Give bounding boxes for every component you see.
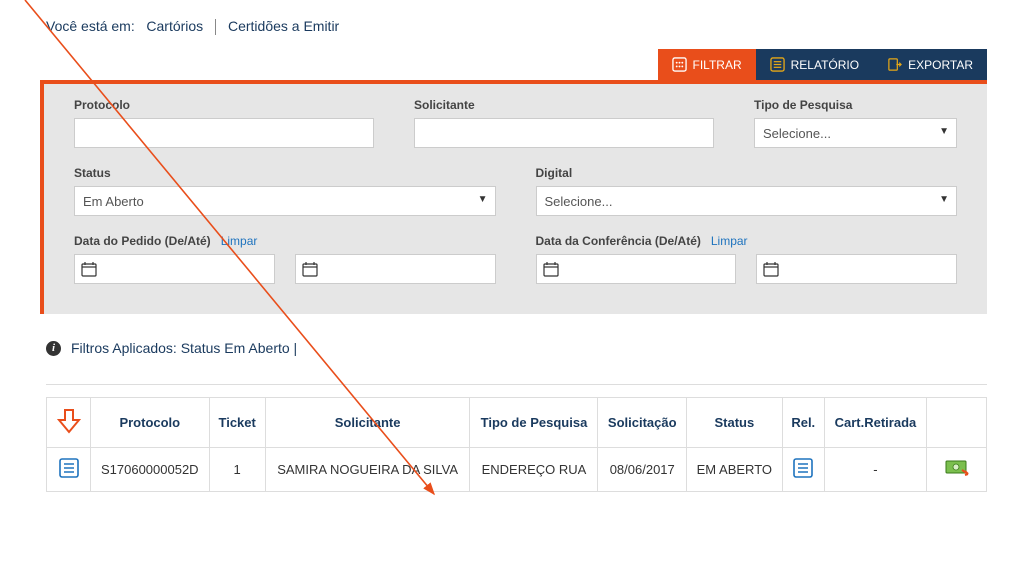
arrow-down-icon [57,408,81,434]
info-icon: i [46,341,61,356]
calendar-icon [543,261,559,277]
th-solicitante[interactable]: Solicitante [265,398,470,448]
cell-solicitacao: 08/06/2017 [598,448,687,492]
filter-icon [672,57,687,72]
report-button-label: RELATÓRIO [791,58,859,72]
data-pedido-label: Data do Pedido (De/Até) [74,234,211,248]
report-icon [770,57,785,72]
protocolo-label: Protocolo [74,98,374,112]
th-tipo[interactable]: Tipo de Pesquisa [470,398,598,448]
status-select[interactable]: Em Aberto [74,186,496,216]
cell-solicitante: SAMIRA NOGUEIRA DA SILVA [265,448,470,492]
th-solicitacao[interactable]: Solicitação [598,398,687,448]
calendar-icon [81,261,97,277]
solicitante-input[interactable] [414,118,714,148]
th-status[interactable]: Status [687,398,783,448]
export-icon [887,57,902,72]
cell-action[interactable] [927,448,987,492]
breadcrumb-certidoes[interactable]: Certidões a Emitir [228,18,339,34]
export-button[interactable]: EXPORTAR [873,49,987,80]
filter-panel: Protocolo Solicitante Tipo de Pesquisa S… [40,80,987,314]
cell-rel[interactable] [782,448,824,492]
data-pedido-ate-input[interactable] [295,254,496,284]
applied-filters: i Filtros Aplicados: Status Em Aberto | [0,314,1024,366]
breadcrumb: Você está em: Cartórios Certidões a Emit… [0,0,1024,49]
payment-icon [945,460,969,476]
applied-filters-text: Filtros Aplicados: Status Em Aberto | [71,340,297,356]
data-pedido-clear[interactable]: Limpar [221,234,258,248]
data-conf-label: Data da Conferência (De/Até) [536,234,701,248]
results-table: Protocolo Ticket Solicitante Tipo de Pes… [46,397,987,492]
cell-protocolo: S17060000052D [91,448,210,492]
filter-button[interactable]: FILTRAR [658,49,756,80]
breadcrumb-cartorios[interactable]: Cartórios [146,18,203,34]
cell-tipo: ENDEREÇO RUA [470,448,598,492]
breadcrumb-separator [215,19,216,35]
data-conf-de-input[interactable] [536,254,737,284]
cell-cart: - [824,448,926,492]
table-row: S17060000052D 1 SAMIRA NOGUEIRA DA SILVA… [47,448,987,492]
data-conf-ate-input[interactable] [756,254,957,284]
separator-line [46,384,987,385]
th-ticket[interactable]: Ticket [209,398,265,448]
cell-ticket: 1 [209,448,265,492]
calendar-icon [302,261,318,277]
export-button-label: EXPORTAR [908,58,973,72]
digital-label: Digital [536,166,958,180]
report-button[interactable]: RELATÓRIO [756,49,873,80]
solicitante-label: Solicitante [414,98,714,112]
cell-status: EM ABERTO [687,448,783,492]
th-protocolo[interactable]: Protocolo [91,398,210,448]
protocolo-input[interactable] [74,118,374,148]
th-arrow [47,398,91,448]
table-header-row: Protocolo Ticket Solicitante Tipo de Pes… [47,398,987,448]
cell-detail-icon[interactable] [47,448,91,492]
detail-list-icon [59,458,79,478]
tipo-pesquisa-select[interactable]: Selecione... [754,118,957,148]
filter-button-label: FILTRAR [693,58,742,72]
action-bar: FILTRAR RELATÓRIO EXPORTAR [0,49,1024,80]
breadcrumb-prefix: Você está em: [46,18,135,34]
digital-select[interactable]: Selecione... [536,186,958,216]
data-conf-clear[interactable]: Limpar [711,234,748,248]
th-rel[interactable]: Rel. [782,398,824,448]
status-label: Status [74,166,496,180]
rel-list-icon [793,458,813,478]
data-pedido-de-input[interactable] [74,254,275,284]
calendar-icon [763,261,779,277]
th-cart[interactable]: Cart.Retirada [824,398,926,448]
tipo-pesquisa-label: Tipo de Pesquisa [754,98,957,112]
th-action [927,398,987,448]
